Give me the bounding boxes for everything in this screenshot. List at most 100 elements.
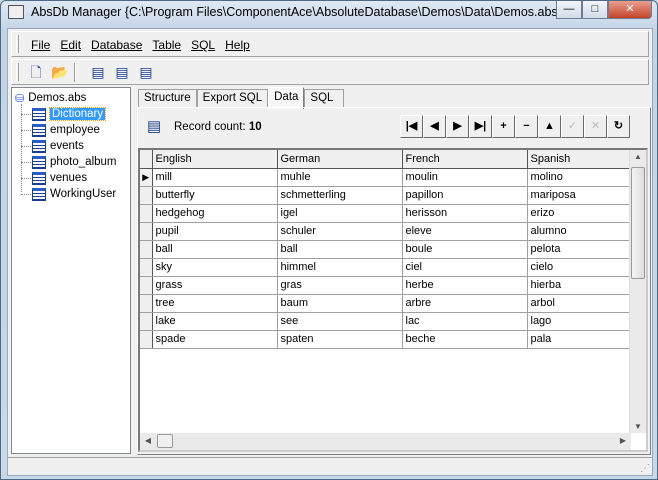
menu-sql[interactable]: SQL	[190, 38, 216, 52]
table-row[interactable]: tree baum arbre arbol	[140, 294, 633, 313]
table-row[interactable]: grass gras herbe hierba	[140, 276, 633, 295]
menu-edit[interactable]: Edit	[59, 38, 82, 52]
vertical-scroll-thumb[interactable]	[631, 167, 645, 279]
horizontal-scroll-thumb[interactable]	[157, 434, 173, 448]
cell-english[interactable]: hedgehog	[152, 204, 278, 223]
row-indicator[interactable]	[140, 186, 153, 205]
nav-first-button[interactable]: |◀	[400, 115, 423, 138]
table-row[interactable]: spade spaten beche pala	[140, 330, 633, 349]
cell-spanish[interactable]: alumno	[527, 222, 633, 241]
cell-german[interactable]: igel	[277, 204, 403, 223]
nav-post-button[interactable]: ✓	[561, 115, 584, 138]
column-header-german[interactable]: German	[277, 150, 403, 169]
table-row[interactable]: ball ball boule pelota	[140, 240, 633, 259]
cell-french[interactable]: papillon	[402, 186, 528, 205]
row-indicator[interactable]	[140, 258, 153, 277]
cell-spanish[interactable]: lago	[527, 312, 633, 331]
tree-item-employee[interactable]: employee	[32, 122, 100, 138]
toolbar-grip[interactable]	[16, 63, 19, 81]
delete-table-button[interactable]: ▤	[136, 63, 156, 82]
vertical-scrollbar[interactable]: ▲ ▼	[629, 150, 646, 433]
row-indicator[interactable]	[140, 204, 153, 223]
cell-german[interactable]: himmel	[277, 258, 403, 277]
cell-spanish[interactable]: molino	[527, 168, 633, 187]
row-indicator[interactable]	[140, 222, 153, 241]
size-grip-icon[interactable]: ⋰	[640, 463, 650, 474]
cell-english[interactable]: ball	[152, 240, 278, 259]
row-indicator[interactable]	[140, 294, 153, 313]
cell-french[interactable]: eleve	[402, 222, 528, 241]
maximize-button[interactable]: □	[582, 1, 608, 19]
tab-export-sql[interactable]: Export SQL	[196, 89, 269, 108]
row-indicator[interactable]	[140, 276, 153, 295]
cell-french[interactable]: beche	[402, 330, 528, 349]
cell-english[interactable]: pupil	[152, 222, 278, 241]
cell-spanish[interactable]: arbol	[527, 294, 633, 313]
cell-german[interactable]: muhle	[277, 168, 403, 187]
menu-table[interactable]: Table	[151, 38, 182, 52]
tab-structure[interactable]: Structure	[138, 89, 197, 108]
close-button[interactable]: ✕	[608, 1, 652, 19]
tab-data[interactable]: Data	[268, 87, 305, 109]
cell-spanish[interactable]: pala	[527, 330, 633, 349]
cell-english[interactable]: lake	[152, 312, 278, 331]
nav-delete-button[interactable]: −	[515, 115, 538, 138]
tree-item-photo_album[interactable]: photo_album	[32, 154, 117, 170]
table-row[interactable]: pupil schuler eleve alumno	[140, 222, 633, 241]
cell-english[interactable]: spade	[152, 330, 278, 349]
cell-german[interactable]: spaten	[277, 330, 403, 349]
cell-french[interactable]: arbre	[402, 294, 528, 313]
row-indicator[interactable]	[140, 240, 153, 259]
edit-table-button[interactable]: ▤	[112, 63, 132, 82]
cell-german[interactable]: see	[277, 312, 403, 331]
nav-insert-button[interactable]: +	[492, 115, 515, 138]
table-row[interactable]: ▶ mill muhle moulin molino	[140, 168, 633, 187]
table-row[interactable]: lake see lac lago	[140, 312, 633, 331]
tree-item-venues[interactable]: venues	[32, 170, 87, 186]
tree-item-dictionary[interactable]: Dictionary	[32, 106, 107, 122]
cell-english[interactable]: tree	[152, 294, 278, 313]
tree-item-workinguser[interactable]: WorkingUser	[32, 186, 116, 202]
cell-german[interactable]: ball	[277, 240, 403, 259]
row-indicator[interactable]	[140, 330, 153, 349]
table-row[interactable]: butterfly schmetterling papillon mariposa	[140, 186, 633, 205]
cell-french[interactable]: moulin	[402, 168, 528, 187]
cell-french[interactable]: lac	[402, 312, 528, 331]
minimize-button[interactable]: —	[556, 1, 582, 19]
row-indicator[interactable]	[140, 312, 153, 331]
table-row[interactable]: hedgehog igel herisson erizo	[140, 204, 633, 223]
column-header-spanish[interactable]: Spanish	[527, 150, 633, 169]
menu-grip[interactable]	[16, 35, 19, 53]
nav-prior-button[interactable]: ◀	[423, 115, 446, 138]
cell-english[interactable]: grass	[152, 276, 278, 295]
table-row[interactable]: sky himmel ciel cielo	[140, 258, 633, 277]
tree-item-events[interactable]: events	[32, 138, 84, 154]
nav-refresh-button[interactable]: ↻	[607, 115, 630, 138]
scroll-left-icon[interactable]: ◀	[140, 436, 156, 445]
open-button[interactable]: 📂	[50, 63, 70, 82]
cell-english[interactable]: mill	[152, 168, 278, 187]
menu-file[interactable]: File	[30, 38, 51, 52]
new-button[interactable]: 🗋	[26, 63, 46, 82]
cell-spanish[interactable]: erizo	[527, 204, 633, 223]
horizontal-scrollbar[interactable]: ◀ ▶	[140, 433, 631, 450]
nav-cancel-button[interactable]: ✕	[584, 115, 607, 138]
cell-french[interactable]: boule	[402, 240, 528, 259]
add-table-button[interactable]: ▤	[88, 63, 108, 82]
cell-german[interactable]: schuler	[277, 222, 403, 241]
cell-english[interactable]: sky	[152, 258, 278, 277]
cell-french[interactable]: herbe	[402, 276, 528, 295]
cell-german[interactable]: gras	[277, 276, 403, 295]
menu-help[interactable]: Help	[224, 38, 251, 52]
nav-last-button[interactable]: ▶|	[469, 115, 492, 138]
cell-spanish[interactable]: mariposa	[527, 186, 633, 205]
column-header-english[interactable]: English	[152, 150, 278, 169]
nav-edit-button[interactable]: ▲	[538, 115, 561, 138]
cell-french[interactable]: herisson	[402, 204, 528, 223]
cell-french[interactable]: ciel	[402, 258, 528, 277]
cell-spanish[interactable]: hierba	[527, 276, 633, 295]
cell-spanish[interactable]: cielo	[527, 258, 633, 277]
cell-english[interactable]: butterfly	[152, 186, 278, 205]
tree-root[interactable]: ⛁ Demos.abs	[15, 90, 86, 106]
column-header-french[interactable]: French	[402, 150, 528, 169]
